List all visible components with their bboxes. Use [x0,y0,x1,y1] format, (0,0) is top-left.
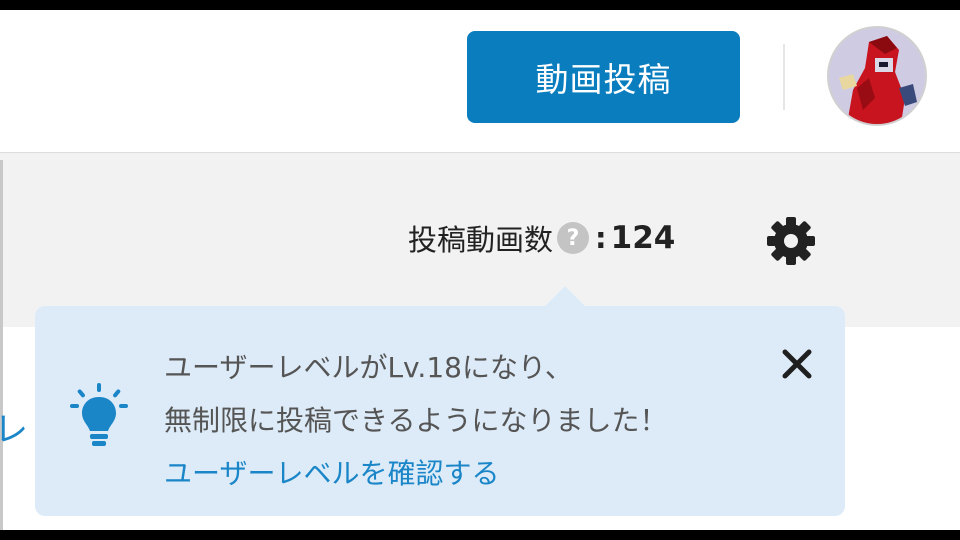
question-circle-icon[interactable]: ? [557,222,590,254]
header-bar: 動画投稿 [0,10,960,153]
gear-icon[interactable] [765,215,817,267]
left-panel-edge [0,160,3,530]
notice-message: ユーザーレベルがLv.18になり、 無制限に投稿できるようになりました！ ユーザ… [164,341,667,500]
notice-line-1: ユーザーレベルがLv.18になり、 [164,351,573,384]
close-icon[interactable] [779,346,815,382]
video-count-value: 124 [610,220,676,256]
avatar[interactable] [827,26,927,126]
side-text-fragment: レ [0,410,28,450]
video-count: 投稿動画数 ? : 124 [408,216,675,260]
avatar-image [829,28,925,124]
check-user-level-link[interactable]: ユーザーレベルを確認する [164,447,667,500]
notice-pointer [544,286,586,307]
header-divider [783,44,785,110]
lightbulb-icon [70,383,128,446]
video-count-label: 投稿動画数 [408,223,554,257]
video-count-colon: : [595,221,607,255]
page: 動画投稿 投稿動画数 ? : 124 レ ユーザーレベルがLv.18になり、 無… [0,10,960,530]
notice-line-2: 無制限に投稿できるようになりました！ [164,404,668,437]
post-video-button[interactable]: 動画投稿 [467,31,740,123]
